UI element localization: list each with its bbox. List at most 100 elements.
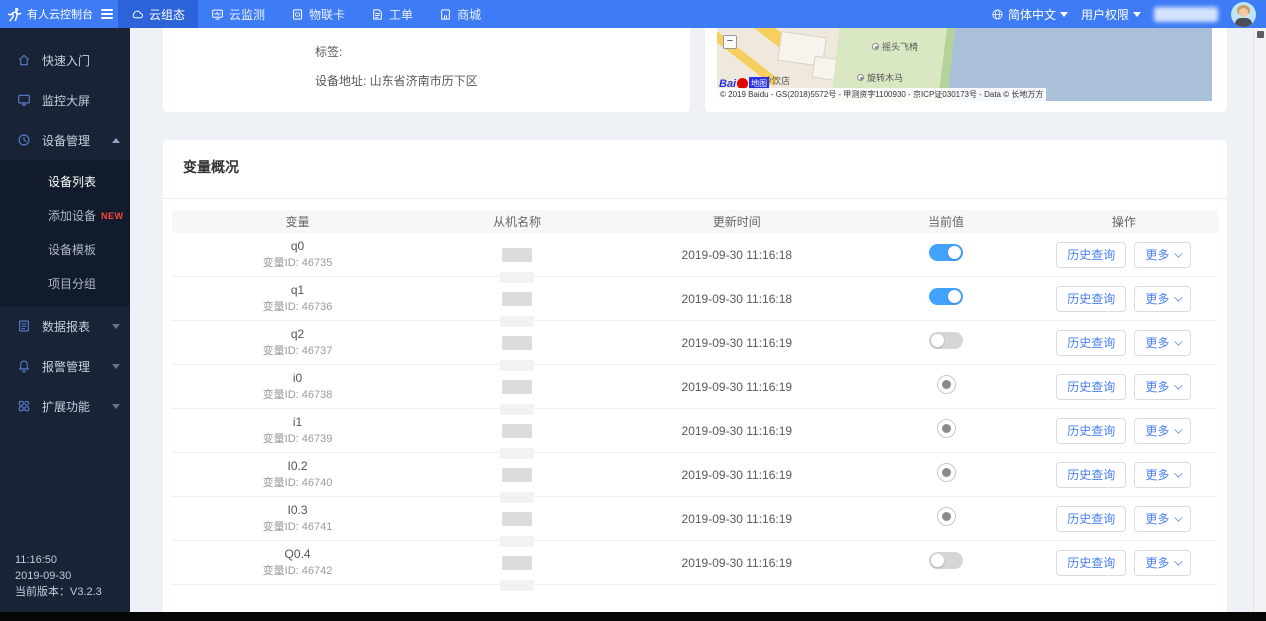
map-poi: 旋转木马: [857, 71, 903, 84]
vertical-scrollbar[interactable]: [1253, 28, 1266, 612]
more-button[interactable]: 更多: [1134, 417, 1192, 444]
brand: 有人云控制台: [0, 0, 118, 28]
more-label: 更多: [1145, 336, 1170, 350]
permission-selector[interactable]: 用户权限: [1081, 6, 1141, 23]
tab-label: 物联卡: [309, 7, 346, 22]
more-label: 更多: [1145, 248, 1170, 262]
tab-cloud-scada[interactable]: 云组态: [118, 0, 199, 28]
tab-work-order[interactable]: 工单: [358, 0, 426, 28]
current-value-cell: [862, 243, 1029, 266]
slave-name-redacted: [502, 335, 533, 350]
usr-logo-icon: [7, 7, 22, 21]
history-query-button[interactable]: 历史查询: [1056, 241, 1127, 268]
toggle-switch[interactable]: [929, 243, 963, 261]
toggle-switch[interactable]: [929, 331, 963, 349]
poi-marker-icon: [857, 74, 864, 81]
slave-name-redacted: [502, 423, 533, 438]
avatar[interactable]: [1231, 1, 1256, 27]
more-label: 更多: [1145, 468, 1170, 482]
actions-cell: 历史查询 更多: [1030, 461, 1218, 488]
tab-label: 云组态: [149, 7, 186, 22]
update-time-cell: 2019-09-30 11:16:18: [681, 291, 793, 306]
variable-id: 变量ID: 46740: [262, 477, 333, 489]
current-value-cell: [862, 551, 1029, 574]
slave-name-redacted: [502, 467, 533, 482]
variable-cell: q1 变量ID: 46736: [172, 283, 423, 314]
more-button[interactable]: 更多: [1134, 373, 1192, 400]
sidebar-item-data-report[interactable]: 数据报表: [0, 306, 130, 346]
history-query-button[interactable]: 历史查询: [1056, 417, 1127, 444]
home-icon: [18, 54, 30, 66]
sidebar-subitem-project-group[interactable]: 项目分组: [0, 267, 130, 301]
current-value-control[interactable]: [929, 331, 963, 354]
slave-name-cell: [423, 365, 611, 409]
sidebar-item-quickstart[interactable]: 快速入门: [0, 40, 130, 80]
map-zoom-out-button[interactable]: −: [723, 35, 737, 49]
current-value-control[interactable]: [929, 551, 963, 574]
language-selector[interactable]: 简体中文: [991, 6, 1068, 23]
sidebar-subitem-device-list[interactable]: 设备列表: [0, 165, 130, 199]
current-value-control[interactable]: [936, 418, 956, 443]
more-button[interactable]: 更多: [1134, 285, 1192, 312]
variable-name: q1: [290, 283, 305, 297]
version-label: 当前版本：V3.2.3: [15, 586, 102, 598]
more-button[interactable]: 更多: [1134, 461, 1192, 488]
variables-title: 变量概况: [183, 159, 239, 175]
more-button[interactable]: 更多: [1134, 505, 1192, 532]
toggle-switch[interactable]: [929, 551, 963, 569]
history-query-button[interactable]: 历史查询: [1056, 461, 1127, 488]
sidebar-item-extensions[interactable]: 扩展功能: [0, 386, 130, 426]
subitem-label: 添加设备: [48, 209, 97, 223]
sidebar-subitem-add-device[interactable]: 添加设备 NEW: [0, 199, 130, 233]
current-value-control[interactable]: [929, 287, 963, 310]
more-button[interactable]: 更多: [1134, 241, 1192, 268]
chevron-down-icon: [1174, 556, 1183, 566]
more-button[interactable]: 更多: [1134, 329, 1192, 356]
poi-label: 摇头飞椅: [882, 42, 919, 52]
current-value-control[interactable]: [936, 506, 956, 531]
sidebar-item-alarm-mgmt[interactable]: 报警管理: [0, 346, 130, 386]
variable-id: 变量ID: 46738: [262, 389, 333, 401]
globe-icon: [992, 8, 1003, 20]
slave-name-redacted: [502, 555, 533, 570]
variable-cell: q2 变量ID: 46737: [172, 327, 423, 358]
col-header-update-time: 更新时间: [712, 215, 761, 229]
sidebar-item-label: 设备管理: [42, 133, 91, 148]
variable-id: 变量ID: 46736: [262, 301, 333, 313]
tab-cloud-monitor[interactable]: 云监测: [198, 0, 278, 28]
history-query-button[interactable]: 历史查询: [1056, 329, 1127, 356]
table-row: Q0.4 变量ID: 46742 2019-09-30 11:16:19 历史查…: [172, 541, 1218, 585]
slave-name-cell: [423, 541, 611, 585]
variable-id: 变量ID: 46735: [262, 257, 333, 269]
radio-indicator: [936, 374, 956, 394]
tab-mall[interactable]: 商城: [426, 0, 494, 28]
col-header-variable: 变量: [285, 215, 310, 229]
variables-card: 变量概况 变量 从机名称 更新时间 当前值 操作 q0 变量ID: 46735 …: [163, 140, 1227, 621]
menu-toggle-icon[interactable]: [101, 9, 113, 19]
variable-cell: Q0.4 变量ID: 46742: [172, 547, 423, 578]
scrollbar-thumb[interactable]: [1256, 31, 1264, 38]
slave-name-redacted: [502, 379, 533, 394]
sidebar-subitem-device-template[interactable]: 设备模板: [0, 233, 130, 267]
sidebar-item-bigscreen[interactable]: 监控大屏: [0, 80, 130, 120]
variable-name: I0.2: [287, 459, 308, 473]
tab-iot-card[interactable]: 物联卡: [278, 0, 358, 28]
cloud-icon: [132, 10, 143, 18]
baidu-map[interactable]: 摇头飞椅 旋转木马 冷饮店 − Bai 地图 © 2019 Baidu - GS…: [717, 28, 1212, 101]
toggle-switch[interactable]: [929, 287, 963, 305]
history-query-button[interactable]: 历史查询: [1056, 505, 1127, 532]
current-value-control[interactable]: [936, 374, 956, 399]
history-query-button[interactable]: 历史查询: [1056, 549, 1127, 576]
history-query-button[interactable]: 历史查询: [1056, 285, 1127, 312]
apps-grid-icon: [18, 400, 30, 412]
chevron-down-icon: [112, 403, 120, 409]
update-time-cell: 2019-09-30 11:16:18: [681, 247, 793, 262]
sidebar-item-label: 扩展功能: [42, 399, 91, 414]
variable-id: 变量ID: 46737: [262, 345, 333, 357]
table-row: i0 变量ID: 46738 2019-09-30 11:16:19 历史查询 …: [172, 365, 1218, 409]
sidebar-item-device-mgmt[interactable]: 设备管理: [0, 120, 130, 160]
more-button[interactable]: 更多: [1134, 549, 1192, 576]
history-query-button[interactable]: 历史查询: [1056, 373, 1127, 400]
current-value-control[interactable]: [929, 243, 963, 266]
current-value-control[interactable]: [936, 462, 956, 487]
